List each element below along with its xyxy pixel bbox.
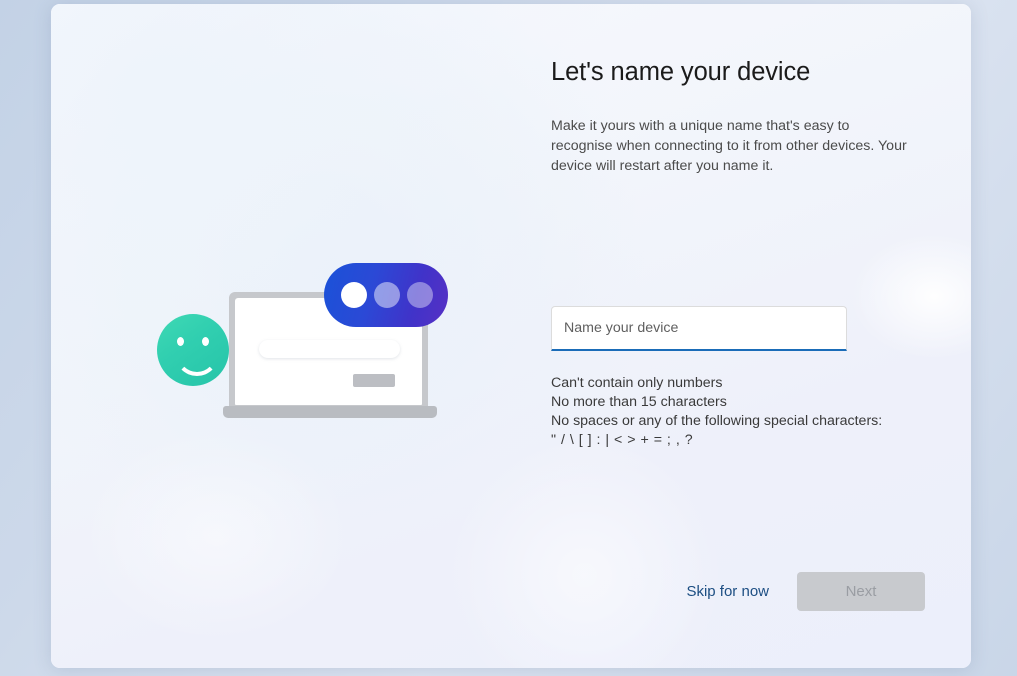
bubble-dot-2-icon <box>374 282 400 308</box>
smiley-mouth-icon <box>175 348 219 376</box>
validation-rule: No spaces or any of the following specia… <box>551 413 883 429</box>
validation-rule: Can't contain only numbers <box>551 375 723 391</box>
validation-rules: Can't contain only numbers No more than … <box>551 374 911 450</box>
oobe-panel: Let's name your device Make it yours wit… <box>51 4 971 668</box>
smiley-right-eye-icon <box>202 337 209 346</box>
smiley-left-eye-icon <box>177 337 184 346</box>
skip-for-now-button[interactable]: Skip for now <box>686 583 769 600</box>
chat-bubble-icon <box>324 263 448 327</box>
footer-actions: Skip for now Next <box>551 571 925 611</box>
bubble-dot-1-icon <box>341 282 367 308</box>
laptop-button-icon <box>353 374 395 387</box>
page-description: Make it yours with a unique name that's … <box>551 118 907 174</box>
device-naming-illustration <box>155 248 448 428</box>
content-column: Let's name your device Make it yours wit… <box>551 55 931 448</box>
laptop-base-icon <box>223 406 437 418</box>
bubble-dot-3-icon <box>407 282 433 308</box>
device-name-field[interactable] <box>551 306 847 351</box>
laptop-input-bar-icon <box>259 340 400 358</box>
smiley-face-icon <box>157 314 229 386</box>
page-title: Let's name your device <box>551 58 811 86</box>
validation-rule-special-characters: " / \ [ ] : | < > + = ; , ? <box>551 432 694 448</box>
next-button[interactable]: Next <box>797 571 925 611</box>
validation-rule: No more than 15 characters <box>551 394 727 410</box>
device-name-input[interactable] <box>552 307 846 349</box>
